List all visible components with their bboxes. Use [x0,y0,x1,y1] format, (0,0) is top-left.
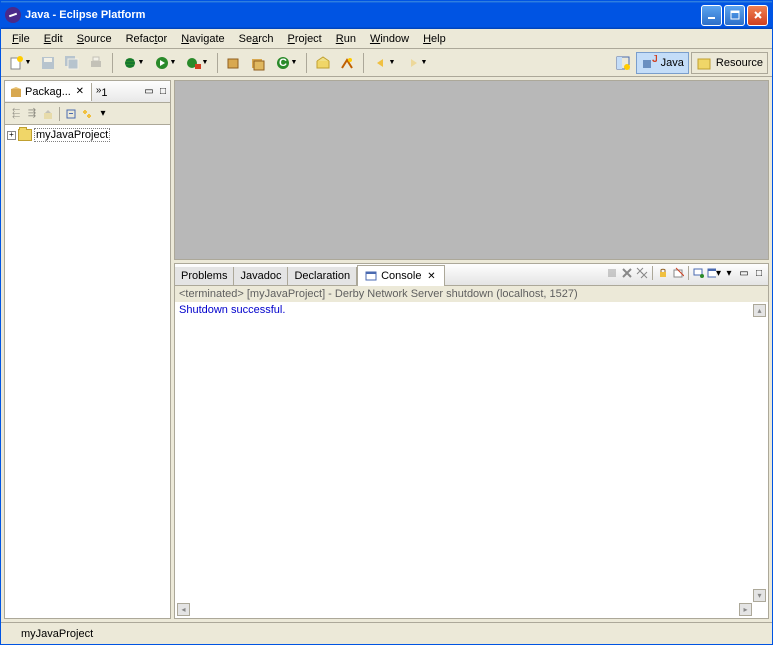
remove-launch-icon[interactable] [620,266,634,280]
perspective-java[interactable]: J Java [636,52,689,74]
terminate-icon[interactable] [605,266,619,280]
menu-run[interactable]: Run [329,31,363,47]
minimize-button[interactable] [701,5,722,26]
maximize-panel-icon[interactable]: □ [752,266,766,280]
menu-help[interactable]: Help [416,31,453,47]
tab-console[interactable]: Console ✕ [357,265,445,286]
back-button[interactable]: ▼ [369,52,399,74]
minimize-view-icon[interactable]: ▭ [142,85,156,99]
package-explorer-view: Packag... ✕ »1 ▭ □ ⬱ ⇶ ▾ + [4,80,171,619]
folder-icon [18,129,32,141]
menu-project[interactable]: Project [281,31,329,47]
new-class-button[interactable]: C▼ [271,52,301,74]
back-nav-icon[interactable]: ⬱ [9,107,23,121]
scroll-up-icon[interactable]: ▴ [753,304,766,317]
editor-area[interactable] [174,80,769,260]
svg-text:J: J [652,55,657,65]
run-button[interactable]: ▼ [150,52,180,74]
menu-search[interactable]: Search [232,31,281,47]
forward-nav-icon[interactable]: ⇶ [25,107,39,121]
menu-source[interactable]: Source [70,31,119,47]
close-console-icon[interactable]: ✕ [424,269,438,283]
menu-edit[interactable]: Edit [37,31,70,47]
scroll-down-icon[interactable]: ▾ [753,589,766,602]
statusbar-text: myJavaProject [21,628,93,640]
console-text: Shutdown successful. [179,304,285,316]
menu-refactor[interactable]: Refactor [119,31,175,47]
up-nav-icon[interactable] [41,107,55,121]
close-tab-icon[interactable]: ✕ [73,85,87,99]
save-button[interactable] [37,52,59,74]
collapse-all-icon[interactable] [64,107,78,121]
perspective-resource-label: Resource [716,57,763,69]
eclipse-window: Java - Eclipse Platform File Edit Source… [0,0,773,645]
tree-project-row[interactable]: + myJavaProject [7,127,168,143]
minimize-panel-icon[interactable]: ▭ [737,266,751,280]
tab-javadoc[interactable]: Javadoc [234,267,288,285]
new-folder-button[interactable] [247,52,269,74]
perspective-java-label: Java [661,57,684,69]
perspective-resource[interactable]: Resource [691,52,768,74]
display-console-icon[interactable]: ▾ [707,266,721,280]
menu-window[interactable]: Window [363,31,416,47]
statusbar: myJavaProject [1,622,772,644]
expand-icon[interactable]: + [7,131,16,140]
package-icon [9,85,23,99]
debug-button[interactable]: ▼ [118,52,148,74]
open-type-button[interactable] [312,52,334,74]
menu-navigate[interactable]: Navigate [174,31,231,47]
open-perspective-button[interactable] [612,52,634,74]
new-button[interactable]: ▼ [5,52,35,74]
print-button[interactable] [85,52,107,74]
scroll-left-icon[interactable]: ◂ [177,603,190,616]
clear-console-icon[interactable] [671,266,685,280]
search-button[interactable] [336,52,358,74]
scroll-right-icon[interactable]: ▸ [739,603,752,616]
tab-problems[interactable]: Problems [175,267,234,285]
remove-all-icon[interactable] [635,266,649,280]
package-explorer-tab-label: Packag... [25,86,71,98]
project-tree[interactable]: + myJavaProject [5,125,170,618]
maximize-button[interactable] [724,5,745,26]
bottom-panel: Problems Javadoc Declaration Console ✕ [174,263,769,619]
link-editor-icon[interactable] [80,107,94,121]
main-toolbar: ▼ ▼ ▼ ▼ C▼ ▼ ▼ J Java Resource [1,49,772,77]
titlebar[interactable]: Java - Eclipse Platform [1,1,772,29]
project-name[interactable]: myJavaProject [34,128,110,142]
console-output[interactable]: Shutdown successful. ▴ ▾ ◂ ▸ [175,302,768,618]
package-explorer-tab[interactable]: Packag... ✕ [5,83,92,101]
save-all-button[interactable] [61,52,83,74]
open-console-icon[interactable]: ▾ [722,266,736,280]
svg-text:C: C [279,57,287,69]
run-external-button[interactable]: ▼ [182,52,212,74]
window-title: Java - Eclipse Platform [25,9,701,21]
console-status: <terminated> [myJavaProject] - Derby Net… [175,286,768,302]
menubar: File Edit Source Refactor Navigate Searc… [1,29,772,49]
new-package-button[interactable] [223,52,245,74]
forward-button[interactable]: ▼ [401,52,431,74]
scroll-lock-icon[interactable] [656,266,670,280]
view-menu-icon[interactable]: ▾ [96,107,110,121]
close-button[interactable] [747,5,768,26]
eclipse-icon [5,7,21,23]
pin-console-icon[interactable] [692,266,706,280]
menu-file[interactable]: File [5,31,37,47]
hierarchy-indicator[interactable]: »1 [92,85,112,99]
tab-console-label: Console [381,270,421,282]
console-icon [364,269,378,283]
maximize-view-icon[interactable]: □ [156,85,170,99]
tab-declaration[interactable]: Declaration [288,267,357,285]
